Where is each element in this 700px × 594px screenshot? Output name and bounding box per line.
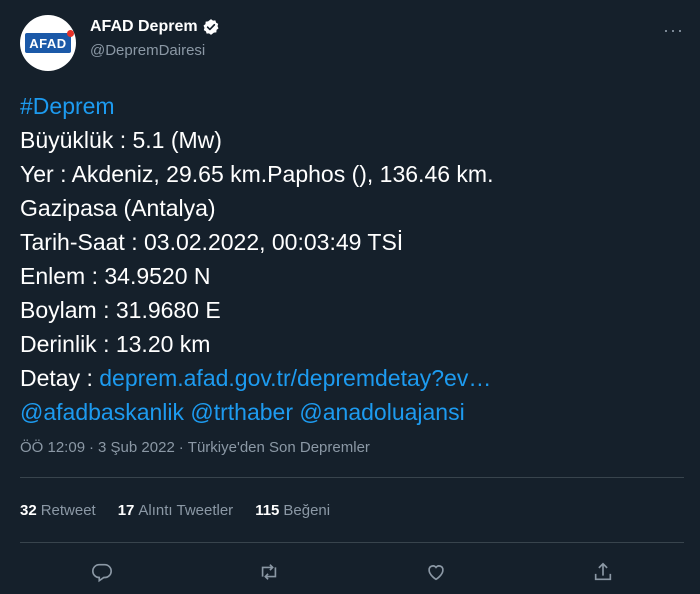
mention-trthaber[interactable]: @trthaber [190, 399, 293, 425]
action-bar [0, 555, 700, 589]
author-display-name[interactable]: AFAD Deprem [90, 18, 198, 36]
magnitude-line: Büyüklük : 5.1 (Mw) [20, 127, 222, 153]
retweet-count[interactable]: 32 Retweet [20, 502, 96, 519]
depth-line: Derinlik : 13.20 km [20, 331, 211, 357]
tweet-time[interactable]: ÖÖ 12:09 [20, 439, 85, 456]
mention-afadbaskanlik[interactable]: @afadbaskanlik [20, 399, 184, 425]
retweet-icon [261, 564, 277, 580]
location-line: Yer : Akdeniz, 29.65 km.Paphos (), 136.4… [20, 161, 494, 187]
reply-button[interactable] [85, 555, 119, 589]
tweet-text: #Deprem Büyüklük : 5.1 (Mw) Yer : Akdeni… [20, 89, 685, 429]
share-icon [594, 562, 612, 581]
like-button[interactable] [419, 555, 453, 589]
retweet-button[interactable] [252, 555, 286, 589]
verified-icon [203, 19, 219, 35]
latitude-line: Enlem : 34.9520 N [20, 263, 211, 289]
reply-icon [92, 563, 112, 583]
like-count[interactable]: 115 Beğeni [255, 502, 330, 519]
share-button[interactable] [586, 555, 620, 589]
avatar[interactable]: AFAD [20, 15, 76, 71]
author-name-row: AFAD Deprem [90, 18, 220, 36]
more-icon[interactable]: ··· [663, 20, 684, 41]
tweet-source[interactable]: Türkiye'den Son Depremler [188, 439, 370, 456]
tweet: AFAD AFAD Deprem @DepremDairesi ··· #Dep… [0, 0, 700, 594]
detail-label: Detay : [20, 365, 100, 391]
author-handle[interactable]: @DepremDairesi [90, 42, 205, 59]
quote-count[interactable]: 17 Alıntı Tweetler [118, 502, 233, 519]
like-icon [428, 565, 444, 581]
datetime-line: Tarih-Saat : 03.02.2022, 00:03:49 TSİ [20, 229, 404, 255]
hashtag-link[interactable]: #Deprem [20, 93, 115, 119]
detail-link[interactable]: deprem.afad.gov.tr/depremdetay?ev… [99, 365, 491, 391]
afad-logo: AFAD [25, 30, 75, 53]
mention-anadoluajansi[interactable]: @anadoluajansi [299, 399, 464, 425]
divider [20, 477, 684, 478]
divider [20, 542, 684, 543]
longitude-line: Boylam : 31.9680 E [20, 297, 221, 323]
tweet-meta: ÖÖ 12:09 · 3 Şub 2022 · Türkiye'den Son Depr… [20, 439, 370, 456]
tweet-date[interactable]: 3 Şub 2022 [98, 439, 175, 456]
location-line-2: Gazipasa (Antalya) [20, 195, 216, 221]
tweet-stats: 32 Retweet 17 Alıntı Tweetler 115 Beğeni [20, 502, 330, 519]
